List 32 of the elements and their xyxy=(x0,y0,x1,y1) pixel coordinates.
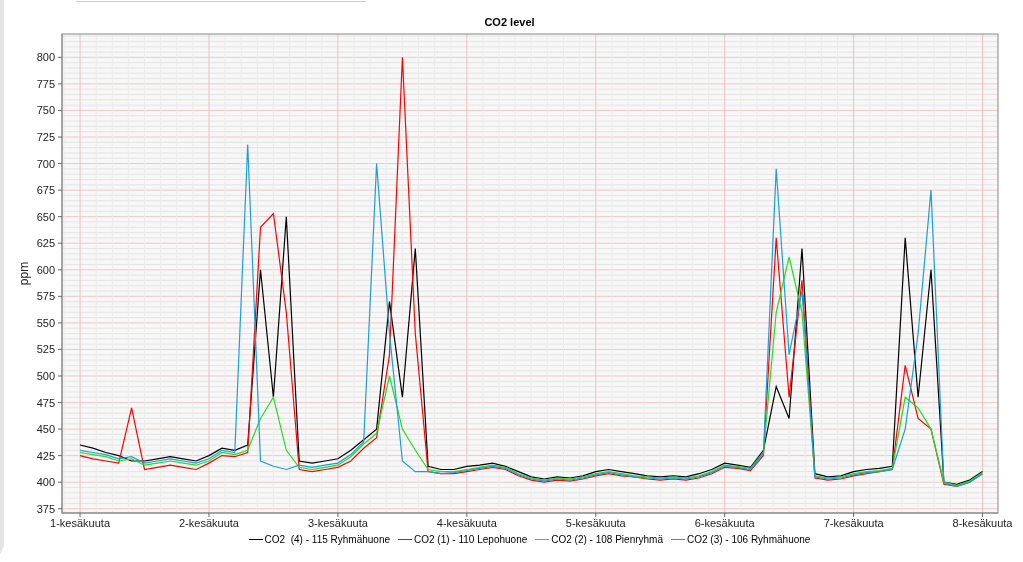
x-tick-label: 7-kesäkuuta xyxy=(823,517,884,529)
y-tick-label: 675 xyxy=(36,184,55,197)
x-tick-label: 4-kesäkuuta xyxy=(436,517,497,529)
chart-title: CO2 level xyxy=(483,15,536,29)
legend-label: CO2 (1) - 110 Lepohuone xyxy=(414,534,528,545)
legend-label: CO2 (3) - 106 Ryhmähuone xyxy=(687,534,811,545)
x-tick-label: 6-kesäkuuta xyxy=(694,517,755,529)
y-tick-label: 400 xyxy=(36,476,55,489)
y-tick-label: 775 xyxy=(36,77,55,90)
y-tick-label: 575 xyxy=(36,290,55,303)
x-tick-label: 1-kesäkuuta xyxy=(50,517,110,529)
y-tick-label: 650 xyxy=(36,210,55,223)
y-tick-label: 725 xyxy=(36,131,55,143)
legend-label: CO2 (2) - 108 Pienryhmä xyxy=(551,534,663,545)
y-tick-label: 500 xyxy=(36,370,55,382)
y-tick-label: 450 xyxy=(36,423,55,436)
y-tick-label: 625 xyxy=(36,237,55,250)
x-tick-label: 8-kesäkuuta xyxy=(952,517,1013,529)
y-tick-label: 425 xyxy=(36,449,55,462)
x-tick-label: 3-kesäkuuta xyxy=(307,517,368,529)
x-tick-label: 5-kesäkuuta xyxy=(565,517,626,529)
y-tick-label: 375 xyxy=(36,502,55,515)
y-tick-label: 600 xyxy=(36,263,55,276)
y-tick-label: 525 xyxy=(36,343,55,356)
y-tick-label: 750 xyxy=(36,104,55,117)
x-tick-label: 2-kesäkuuta xyxy=(179,517,239,529)
y-tick-label: 475 xyxy=(36,396,55,409)
y-tick-label: 550 xyxy=(36,316,55,329)
y-tick-label: 800 xyxy=(36,51,55,64)
y-tick-label: 700 xyxy=(36,157,55,170)
y-axis-label: ppm xyxy=(17,261,31,286)
legend-label: CO2 (4) - 115 Ryhmähuone xyxy=(264,534,391,545)
